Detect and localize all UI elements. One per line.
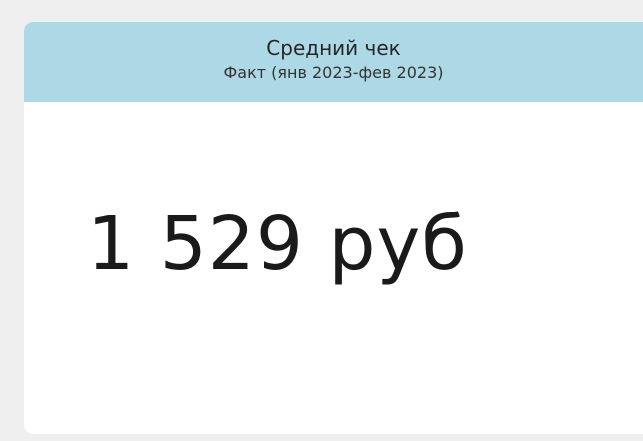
kpi-card-header: Средний чек Факт (янв 2023-фев 2023) [24, 22, 643, 102]
kpi-card-title: Средний чек [266, 36, 401, 60]
kpi-card: Средний чек Факт (янв 2023-фев 2023) 1 5… [24, 22, 643, 434]
kpi-card-body: 1 529 руб [24, 102, 643, 434]
kpi-value: 1 529 руб [87, 201, 468, 287]
dashboard-canvas: Средний чек Факт (янв 2023-фев 2023) 1 5… [0, 0, 643, 441]
kpi-card-subtitle: Факт (янв 2023-фев 2023) [223, 63, 444, 82]
